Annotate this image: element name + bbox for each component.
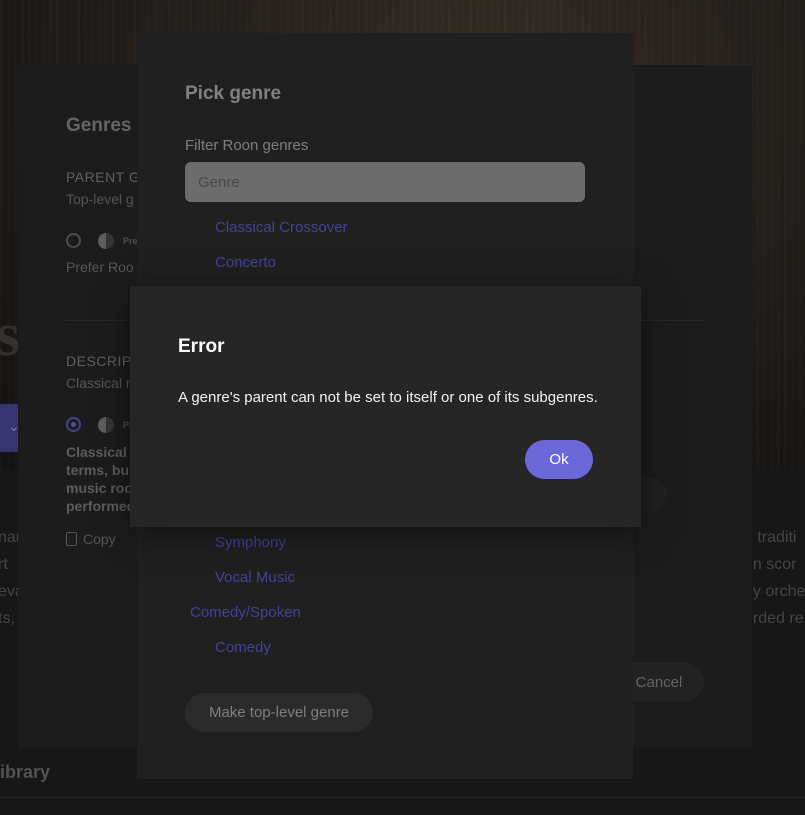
error-title: Error (178, 336, 225, 357)
ok-button[interactable]: Ok (525, 440, 593, 479)
error-dialog: Error A genre's parent can not be set to… (130, 286, 641, 527)
error-message: A genre's parent can not be set to itsel… (178, 389, 598, 406)
